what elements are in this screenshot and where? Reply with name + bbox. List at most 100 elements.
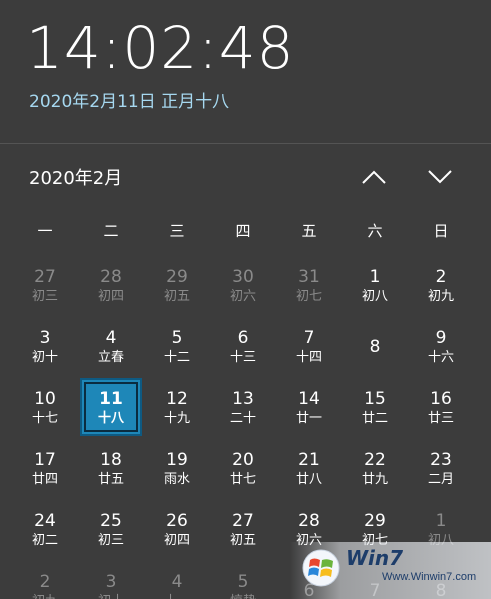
lunar-date: 初五 [163,289,190,304]
calendar-day[interactable]: 9 十六 [408,317,474,378]
day-number: 15 [364,389,386,409]
day-number: 3 [39,328,51,348]
lunar-date: 初九 [427,289,454,304]
calendar-day[interactable]: 27 初五 [210,500,276,561]
calendar-day[interactable]: 3 初十 [12,317,78,378]
day-number: 17 [34,450,56,470]
day-number: 26 [166,511,188,531]
calendar-day[interactable]: 3初十 [78,561,144,599]
previous-month-button[interactable] [356,162,392,192]
lunar-date: 初五 [229,533,256,548]
day-number: 14 [298,389,320,409]
lunar-date: 初十 [31,350,58,365]
calendar-day[interactable]: 17 廿四 [12,439,78,500]
calendar-day[interactable]: 12 十九 [144,378,210,439]
lunar-date: 初四 [163,533,190,548]
calendar-day[interactable]: 4 立春 [78,317,144,378]
day-number: 19 [166,450,188,470]
day-number: 4 [105,328,117,348]
watermark-brand: Win7 [346,546,404,570]
clock-calendar-flyout: 14:02:48 2020年2月11日 正月十八 2020年2月 一 二 三 四… [0,0,491,599]
lunar-date: 廿一 [295,411,322,426]
lunar-date: 十六 [427,350,454,365]
day-number: 27 [232,511,254,531]
day-number: 9 [435,328,447,348]
day-number: 24 [34,511,56,531]
day-number: 3 [105,572,117,592]
lunar-date: 廿八 [295,472,322,487]
day-number: 12 [166,389,188,409]
day-number: 2 [435,267,447,287]
watermark-url: Www.Winwin7.com [382,571,477,583]
calendar-day[interactable]: 5惊蛰 [210,561,276,599]
weekday-label: 四 [235,222,251,240]
lunar-date: 初十 [98,593,124,599]
calendar-day[interactable]: 13 二十 [210,378,276,439]
calendar-day[interactable]: 16 廿三 [408,378,474,439]
month-title[interactable]: 2020年2月 [29,166,122,192]
calendar-day[interactable]: 19 雨水 [144,439,210,500]
calendar-day[interactable]: 15 廿二 [342,378,408,439]
calendar-day[interactable]: 20 廿七 [210,439,276,500]
calendar-day[interactable]: 10 十七 [12,378,78,439]
calendar-day[interactable]: 8 [342,317,408,378]
calendar-day[interactable]: 14 廿一 [276,378,342,439]
lunar-date: 十二 [163,350,190,365]
calendar-day-today[interactable]: 11 十八 [78,378,144,439]
calendar-day[interactable]: 27 初三 [12,256,78,317]
day-number: 22 [364,450,386,470]
weekday-label: 五 [301,222,317,240]
calendar-day[interactable]: 1 初八 [342,256,408,317]
chevron-up-icon [362,170,386,184]
calendar-day[interactable]: 28 初四 [78,256,144,317]
lunar-date: 初三 [97,533,124,548]
lunar-date: 廿九 [361,472,388,487]
windows-flag-icon [302,549,340,587]
calendar-day[interactable]: 22 廿九 [342,439,408,500]
calendar-day[interactable]: 24 初二 [12,500,78,561]
day-number: 11 [99,389,123,409]
day-number: 29 [364,511,386,531]
weekday-header: 一 二 三 四 五 六 日 [12,218,474,244]
calendar-day[interactable]: 2初九 [12,561,78,599]
day-number: 18 [100,450,122,470]
lunar-date: 廿二 [361,411,388,426]
lunar-date: 雨水 [163,472,190,487]
lunar-date: 十四 [295,350,322,365]
weekday-label: 二 [103,222,119,240]
day-number: 29 [166,267,188,287]
calendar-day[interactable]: 5 十二 [144,317,210,378]
lunar-date: 初六 [229,289,256,304]
day-number: 25 [100,511,122,531]
day-number: 28 [298,511,320,531]
weekday-label: 日 [433,222,449,240]
calendar-day[interactable]: 4十一 [144,561,210,599]
calendar-day[interactable]: 18 廿五 [78,439,144,500]
calendar-day[interactable]: 29 初五 [144,256,210,317]
next-month-button[interactable] [422,162,458,192]
day-number: 1 [369,267,381,287]
weekday-label: 三 [169,222,185,240]
calendar-day[interactable]: 23 二月 [408,439,474,500]
lunar-date: 廿四 [31,472,58,487]
divider [0,143,491,144]
calendar-day[interactable]: 7 十四 [276,317,342,378]
calendar-day[interactable]: 26 初四 [144,500,210,561]
day-number: 30 [232,267,254,287]
calendar-day[interactable]: 31 初七 [276,256,342,317]
day-number: 21 [298,450,320,470]
calendar-day[interactable]: 2 初九 [408,256,474,317]
lunar-date: 廿七 [229,472,256,487]
calendar-day[interactable]: 30 初六 [210,256,276,317]
lunar-date: 廿五 [97,472,124,487]
day-number: 23 [430,450,452,470]
current-time: 14:02:48 [26,14,295,82]
lunar-date: 十九 [163,411,190,426]
day-number: 2 [39,572,51,592]
day-number: 1 [435,511,447,531]
full-date-link[interactable]: 2020年2月11日 正月十八 [29,90,229,114]
calendar-day[interactable]: 21 廿八 [276,439,342,500]
calendar-day[interactable]: 25 初三 [78,500,144,561]
day-number: 10 [34,389,56,409]
calendar-day[interactable]: 6 十三 [210,317,276,378]
